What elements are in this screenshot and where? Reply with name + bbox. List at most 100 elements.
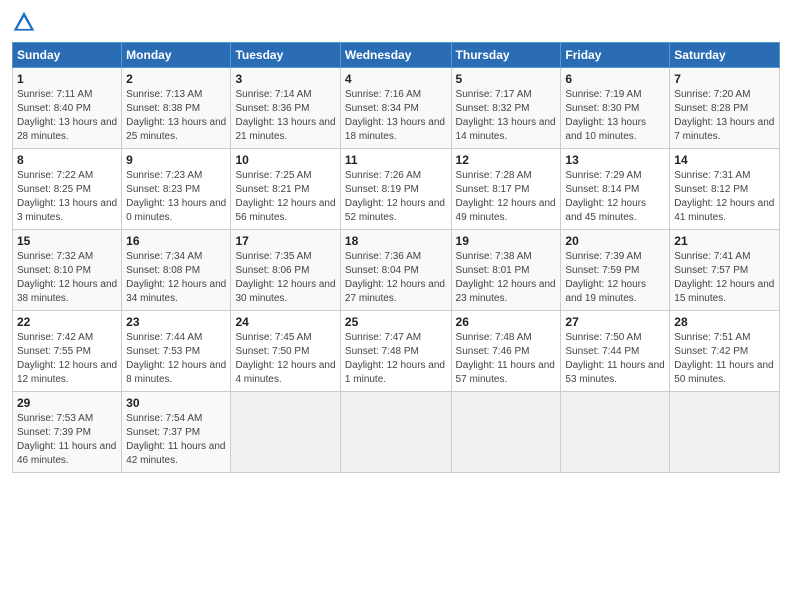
day-number: 12: [456, 153, 557, 167]
day-detail: Sunrise: 7:32 AMSunset: 8:10 PMDaylight:…: [17, 251, 117, 304]
day-detail: Sunrise: 7:29 AMSunset: 8:14 PMDaylight:…: [565, 170, 646, 223]
calendar-cell: 4 Sunrise: 7:16 AMSunset: 8:34 PMDayligh…: [340, 68, 451, 149]
day-number: 27: [565, 315, 665, 329]
day-detail: Sunrise: 7:22 AMSunset: 8:25 PMDaylight:…: [17, 170, 117, 223]
day-number: 25: [345, 315, 447, 329]
calendar-week-4: 22 Sunrise: 7:42 AMSunset: 7:55 PMDaylig…: [13, 311, 780, 392]
day-detail: Sunrise: 7:20 AMSunset: 8:28 PMDaylight:…: [674, 89, 774, 142]
day-number: 17: [235, 234, 335, 248]
calendar-cell: [451, 392, 561, 473]
calendar-cell: 1 Sunrise: 7:11 AMSunset: 8:40 PMDayligh…: [13, 68, 122, 149]
day-number: 29: [17, 396, 117, 410]
day-detail: Sunrise: 7:53 AMSunset: 7:39 PMDaylight:…: [17, 413, 116, 466]
day-number: 19: [456, 234, 557, 248]
calendar-cell: 23 Sunrise: 7:44 AMSunset: 7:53 PMDaylig…: [122, 311, 231, 392]
calendar-cell: 22 Sunrise: 7:42 AMSunset: 7:55 PMDaylig…: [13, 311, 122, 392]
calendar-week-2: 8 Sunrise: 7:22 AMSunset: 8:25 PMDayligh…: [13, 149, 780, 230]
calendar-cell: 17 Sunrise: 7:35 AMSunset: 8:06 PMDaylig…: [231, 230, 340, 311]
day-detail: Sunrise: 7:26 AMSunset: 8:19 PMDaylight:…: [345, 170, 445, 223]
calendar-cell: 3 Sunrise: 7:14 AMSunset: 8:36 PMDayligh…: [231, 68, 340, 149]
calendar-cell: 30 Sunrise: 7:54 AMSunset: 7:37 PMDaylig…: [122, 392, 231, 473]
day-detail: Sunrise: 7:23 AMSunset: 8:23 PMDaylight:…: [126, 170, 226, 223]
calendar-cell: 12 Sunrise: 7:28 AMSunset: 8:17 PMDaylig…: [451, 149, 561, 230]
header-cell-sunday: Sunday: [13, 43, 122, 68]
calendar: SundayMondayTuesdayWednesdayThursdayFrid…: [12, 42, 780, 473]
calendar-cell: 16 Sunrise: 7:34 AMSunset: 8:08 PMDaylig…: [122, 230, 231, 311]
calendar-cell: 5 Sunrise: 7:17 AMSunset: 8:32 PMDayligh…: [451, 68, 561, 149]
day-number: 9: [126, 153, 226, 167]
day-detail: Sunrise: 7:31 AMSunset: 8:12 PMDaylight:…: [674, 170, 774, 223]
calendar-cell: 15 Sunrise: 7:32 AMSunset: 8:10 PMDaylig…: [13, 230, 122, 311]
day-number: 16: [126, 234, 226, 248]
calendar-cell: 9 Sunrise: 7:23 AMSunset: 8:23 PMDayligh…: [122, 149, 231, 230]
day-detail: Sunrise: 7:28 AMSunset: 8:17 PMDaylight:…: [456, 170, 556, 223]
day-number: 26: [456, 315, 557, 329]
logo-icon: [12, 10, 36, 34]
calendar-cell: [340, 392, 451, 473]
calendar-cell: 19 Sunrise: 7:38 AMSunset: 8:01 PMDaylig…: [451, 230, 561, 311]
day-number: 3: [235, 72, 335, 86]
day-number: 11: [345, 153, 447, 167]
day-number: 28: [674, 315, 775, 329]
calendar-cell: 11 Sunrise: 7:26 AMSunset: 8:19 PMDaylig…: [340, 149, 451, 230]
day-number: 2: [126, 72, 226, 86]
calendar-cell: 25 Sunrise: 7:47 AMSunset: 7:48 PMDaylig…: [340, 311, 451, 392]
calendar-cell: 6 Sunrise: 7:19 AMSunset: 8:30 PMDayligh…: [561, 68, 670, 149]
day-detail: Sunrise: 7:47 AMSunset: 7:48 PMDaylight:…: [345, 332, 445, 385]
calendar-cell: [670, 392, 780, 473]
day-number: 4: [345, 72, 447, 86]
day-number: 22: [17, 315, 117, 329]
logo: [12, 10, 38, 34]
calendar-cell: 24 Sunrise: 7:45 AMSunset: 7:50 PMDaylig…: [231, 311, 340, 392]
calendar-cell: [231, 392, 340, 473]
day-detail: Sunrise: 7:36 AMSunset: 8:04 PMDaylight:…: [345, 251, 445, 304]
day-detail: Sunrise: 7:41 AMSunset: 7:57 PMDaylight:…: [674, 251, 774, 304]
header-cell-friday: Friday: [561, 43, 670, 68]
day-detail: Sunrise: 7:17 AMSunset: 8:32 PMDaylight:…: [456, 89, 556, 142]
calendar-cell: 27 Sunrise: 7:50 AMSunset: 7:44 PMDaylig…: [561, 311, 670, 392]
day-detail: Sunrise: 7:19 AMSunset: 8:30 PMDaylight:…: [565, 89, 646, 142]
calendar-cell: 26 Sunrise: 7:48 AMSunset: 7:46 PMDaylig…: [451, 311, 561, 392]
calendar-cell: 20 Sunrise: 7:39 AMSunset: 7:59 PMDaylig…: [561, 230, 670, 311]
day-detail: Sunrise: 7:11 AMSunset: 8:40 PMDaylight:…: [17, 89, 117, 142]
calendar-cell: 8 Sunrise: 7:22 AMSunset: 8:25 PMDayligh…: [13, 149, 122, 230]
day-number: 21: [674, 234, 775, 248]
day-detail: Sunrise: 7:42 AMSunset: 7:55 PMDaylight:…: [17, 332, 117, 385]
day-detail: Sunrise: 7:51 AMSunset: 7:42 PMDaylight:…: [674, 332, 773, 385]
day-detail: Sunrise: 7:25 AMSunset: 8:21 PMDaylight:…: [235, 170, 335, 223]
calendar-cell: 21 Sunrise: 7:41 AMSunset: 7:57 PMDaylig…: [670, 230, 780, 311]
day-detail: Sunrise: 7:13 AMSunset: 8:38 PMDaylight:…: [126, 89, 226, 142]
calendar-cell: 14 Sunrise: 7:31 AMSunset: 8:12 PMDaylig…: [670, 149, 780, 230]
day-number: 23: [126, 315, 226, 329]
calendar-week-5: 29 Sunrise: 7:53 AMSunset: 7:39 PMDaylig…: [13, 392, 780, 473]
calendar-week-3: 15 Sunrise: 7:32 AMSunset: 8:10 PMDaylig…: [13, 230, 780, 311]
day-number: 6: [565, 72, 665, 86]
day-detail: Sunrise: 7:45 AMSunset: 7:50 PMDaylight:…: [235, 332, 335, 385]
day-detail: Sunrise: 7:14 AMSunset: 8:36 PMDaylight:…: [235, 89, 335, 142]
calendar-cell: 29 Sunrise: 7:53 AMSunset: 7:39 PMDaylig…: [13, 392, 122, 473]
header-cell-thursday: Thursday: [451, 43, 561, 68]
day-number: 24: [235, 315, 335, 329]
calendar-cell: 2 Sunrise: 7:13 AMSunset: 8:38 PMDayligh…: [122, 68, 231, 149]
header-cell-saturday: Saturday: [670, 43, 780, 68]
day-number: 30: [126, 396, 226, 410]
day-number: 13: [565, 153, 665, 167]
day-detail: Sunrise: 7:54 AMSunset: 7:37 PMDaylight:…: [126, 413, 225, 466]
day-number: 5: [456, 72, 557, 86]
day-number: 14: [674, 153, 775, 167]
day-number: 1: [17, 72, 117, 86]
calendar-cell: 7 Sunrise: 7:20 AMSunset: 8:28 PMDayligh…: [670, 68, 780, 149]
day-detail: Sunrise: 7:34 AMSunset: 8:08 PMDaylight:…: [126, 251, 226, 304]
day-detail: Sunrise: 7:44 AMSunset: 7:53 PMDaylight:…: [126, 332, 226, 385]
day-detail: Sunrise: 7:16 AMSunset: 8:34 PMDaylight:…: [345, 89, 445, 142]
day-number: 20: [565, 234, 665, 248]
day-detail: Sunrise: 7:48 AMSunset: 7:46 PMDaylight:…: [456, 332, 555, 385]
day-number: 15: [17, 234, 117, 248]
day-detail: Sunrise: 7:35 AMSunset: 8:06 PMDaylight:…: [235, 251, 335, 304]
day-detail: Sunrise: 7:50 AMSunset: 7:44 PMDaylight:…: [565, 332, 664, 385]
day-number: 7: [674, 72, 775, 86]
calendar-cell: 10 Sunrise: 7:25 AMSunset: 8:21 PMDaylig…: [231, 149, 340, 230]
day-number: 18: [345, 234, 447, 248]
calendar-cell: [561, 392, 670, 473]
day-detail: Sunrise: 7:38 AMSunset: 8:01 PMDaylight:…: [456, 251, 556, 304]
